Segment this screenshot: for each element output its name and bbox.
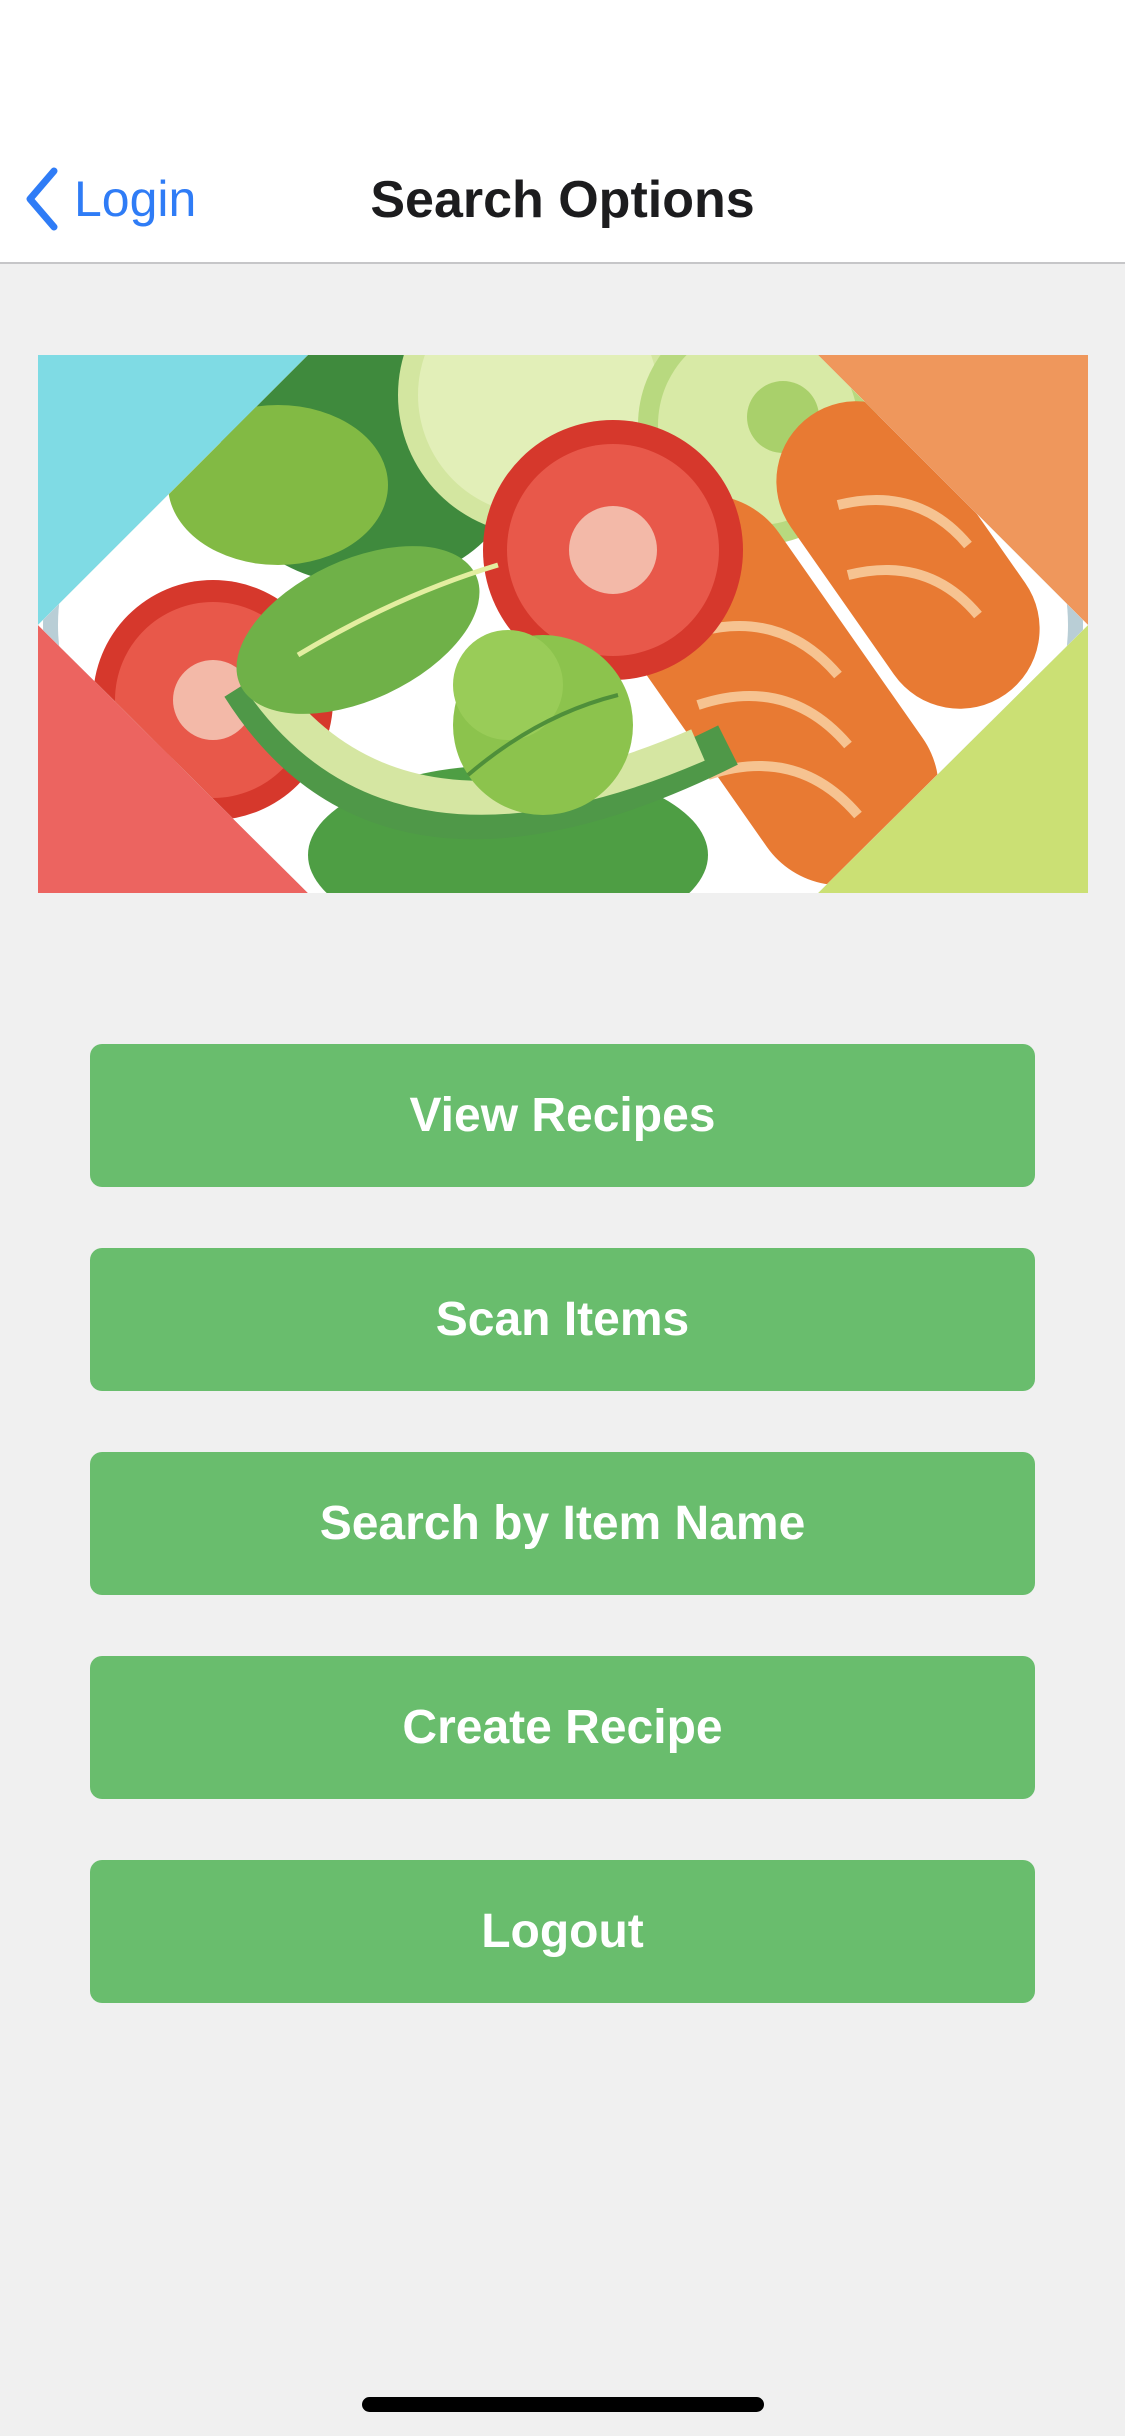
- scan-items-button[interactable]: Scan Items: [90, 1248, 1035, 1391]
- navigation-bar: Login Search Options: [0, 132, 1125, 264]
- salad-banner-image: [38, 355, 1088, 893]
- search-by-item-name-button[interactable]: Search by Item Name: [90, 1452, 1035, 1595]
- page-title: Search Options: [370, 171, 755, 229]
- menu-buttons: View Recipes Scan Items Search by Item N…: [90, 1044, 1035, 2064]
- home-indicator[interactable]: [362, 2397, 764, 2412]
- logout-button[interactable]: Logout: [90, 1860, 1035, 2003]
- view-recipes-button[interactable]: View Recipes: [90, 1044, 1035, 1187]
- create-recipe-button[interactable]: Create Recipe: [90, 1656, 1035, 1799]
- status-bar: [0, 0, 1125, 132]
